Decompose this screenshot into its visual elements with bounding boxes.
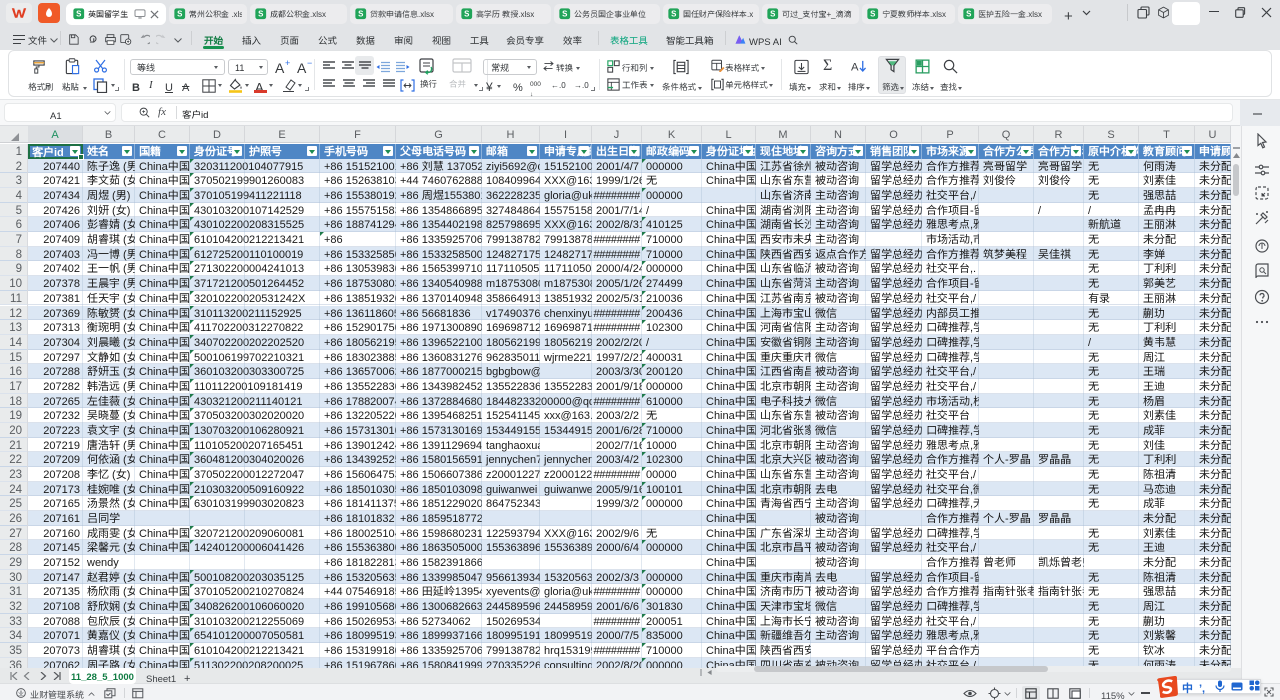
svg-text:S: S — [870, 10, 875, 19]
svg-text:S: S — [177, 10, 182, 19]
svg-text:S: S — [562, 10, 567, 19]
svg-text:S: S — [671, 10, 676, 19]
svg-text:S: S — [76, 10, 81, 19]
svg-text:S: S — [966, 10, 971, 19]
svg-text:业: 业 — [18, 689, 24, 697]
svg-text:S: S — [258, 10, 263, 19]
svg-text:A: A — [851, 61, 859, 73]
svg-text:S: S — [464, 10, 469, 19]
svg-text:S: S — [358, 10, 363, 19]
svg-text:S: S — [770, 10, 775, 19]
